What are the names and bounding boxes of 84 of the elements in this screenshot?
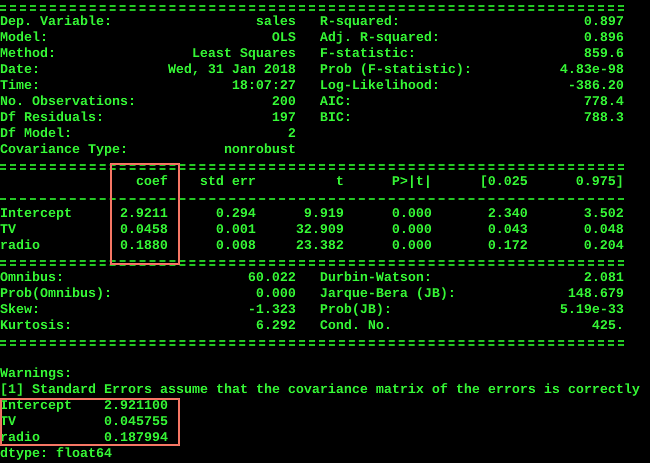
stat-label: Kurtosis:: [0, 319, 72, 335]
table-cell-text: 32.909: [294, 223, 344, 239]
stat-value: 425.: [592, 319, 624, 335]
series-label: TV: [0, 415, 17, 431]
stat-label: Method:: [0, 47, 56, 63]
stat-value: 778.4: [584, 95, 624, 111]
column-header: P>|t|: [390, 175, 432, 191]
stat-label: AIC:: [320, 95, 352, 111]
stat-label: Omnibus:: [0, 271, 64, 287]
stat-value: 4.83e-98: [560, 63, 624, 79]
stat-label: Prob (F-statistic):: [320, 63, 472, 79]
table-cell-text: 0.048: [582, 223, 624, 239]
series-label: radio: [0, 431, 41, 447]
table-cell-text: 0.043: [486, 223, 528, 239]
warnings-heading: Warnings:: [0, 367, 72, 383]
series-label: Intercept: [0, 399, 73, 415]
column-header: 0.975]: [574, 175, 624, 191]
column-header: coef: [134, 175, 168, 191]
column-header: t: [334, 175, 344, 191]
table-cell-text: 0.204: [582, 239, 624, 255]
stat-label: Cond. No.: [320, 319, 392, 335]
series-value: 0.045755: [104, 415, 168, 431]
stat-value: 6.292: [256, 319, 296, 335]
stat-label: Prob(JB):: [320, 303, 392, 319]
dtype-text: dtype: float64: [0, 447, 112, 463]
column-header: std err: [198, 175, 256, 191]
table-cell-text: 0.000: [390, 223, 432, 239]
stat-value: 0.896: [584, 31, 624, 47]
stat-value: -386.20: [568, 79, 624, 95]
stat-label: Dep. Variable:: [0, 15, 112, 31]
stat-label: Covariance Type:: [0, 143, 128, 159]
row-label: radio: [0, 239, 41, 255]
stat-value: sales: [256, 15, 296, 31]
stat-value: nonrobust: [224, 143, 296, 159]
table-cell-text: 0.000: [390, 239, 432, 255]
stat-value: 60.022: [248, 271, 296, 287]
series-value: 0.187994: [104, 431, 168, 447]
stat-label: Durbin-Watson:: [320, 271, 432, 287]
table-cell-text: 23.382: [294, 239, 344, 255]
table-cell-text: 9.919: [302, 207, 344, 223]
row-label: TV: [0, 223, 17, 239]
stat-value: 859.6: [584, 47, 624, 63]
stat-label: Skew:: [0, 303, 40, 319]
stat-label: Jarque-Bera (JB):: [320, 287, 456, 303]
stat-label: Date:: [0, 63, 40, 79]
stat-value: 2: [288, 127, 296, 143]
stat-value: 18:07:27: [232, 79, 296, 95]
table-cell-text: 0.1880: [118, 239, 168, 255]
series-value: 2.921100: [104, 399, 168, 415]
warning-text: [1] Standard Errors assume that the covariance matrix of the errors is correctly: [0, 383, 640, 399]
stat-value: OLS: [272, 31, 296, 47]
stat-label: Prob(Omnibus):: [0, 287, 112, 303]
table-cell-text: 3.502: [582, 207, 624, 223]
stat-value: 2.081: [584, 271, 624, 287]
stat-label: Df Residuals:: [0, 111, 104, 127]
stat-label: BIC:: [320, 111, 352, 127]
stat-label: Adj. R-squared:: [320, 31, 440, 47]
stat-value: 197: [272, 111, 296, 127]
stat-label: F-statistic:: [320, 47, 416, 63]
table-cell-text: 0.172: [486, 239, 528, 255]
stat-label: Time:: [0, 79, 40, 95]
table-cell-text: 0.0458: [118, 223, 168, 239]
stat-value: 0.897: [584, 15, 624, 31]
stat-value: -1.323: [248, 303, 296, 319]
stat-label: No. Observations:: [0, 95, 136, 111]
table-cell-text: 0.294: [214, 207, 256, 223]
stat-value: Least Squares: [192, 47, 296, 63]
stat-label: Model:: [0, 31, 48, 47]
stat-label: R-squared:: [320, 15, 400, 31]
table-cell-text: 2.9211: [118, 207, 168, 223]
table-cell-text: 2.340: [486, 207, 528, 223]
stat-value: 148.679: [568, 287, 624, 303]
stat-label: Df Model:: [0, 127, 72, 143]
table-cell-text: 0.001: [214, 223, 256, 239]
stat-label: Log-Likelihood:: [320, 79, 440, 95]
table-cell-text: 0.008: [214, 239, 256, 255]
row-label: Intercept: [0, 207, 73, 223]
stat-value: 5.19e-33: [560, 303, 624, 319]
table-cell-text: 0.000: [390, 207, 432, 223]
column-header: [0.025: [478, 175, 528, 191]
stat-value: 788.3: [584, 111, 624, 127]
stat-value: Wed, 31 Jan 2018: [168, 63, 296, 79]
stat-value: 0.000: [256, 287, 296, 303]
stat-value: 200: [272, 95, 296, 111]
